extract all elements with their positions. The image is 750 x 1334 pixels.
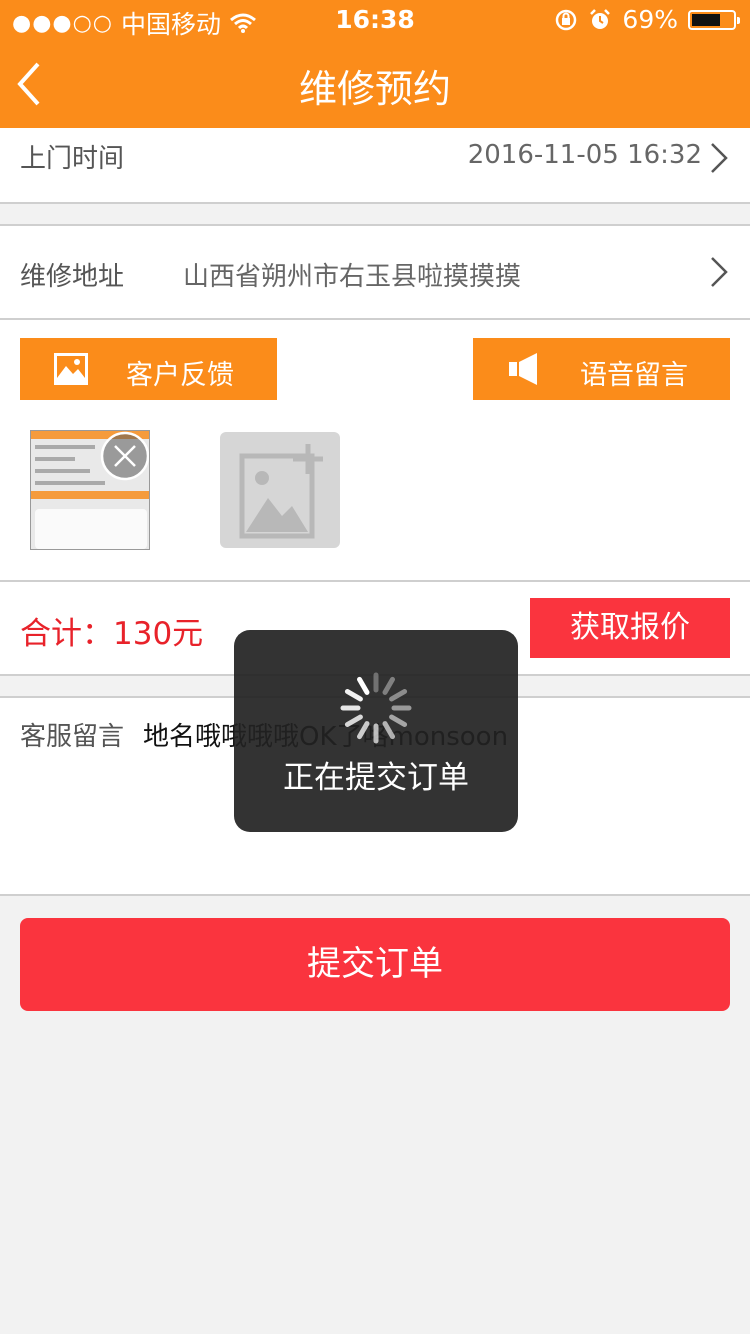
alarm-icon xyxy=(590,8,611,29)
submit-order-button[interactable]: 提交订单 xyxy=(20,918,730,1011)
image-icon xyxy=(54,353,88,385)
spinner-icon xyxy=(340,672,412,744)
photo-thumbnail[interactable] xyxy=(30,430,150,550)
visit-time-value: 2016-11-05 16:32 xyxy=(467,140,702,170)
battery-percent: 69% xyxy=(622,5,678,34)
spinner-spoke xyxy=(357,676,370,695)
divider xyxy=(0,202,750,204)
address-row[interactable]: 维修地址 山西省朔州市右玉县啦摸摸摸 xyxy=(0,226,750,318)
spinner-spoke xyxy=(382,721,395,740)
rotation-lock-icon xyxy=(556,9,577,30)
status-bar: ●●●○○ 中国移动 16:38 69% xyxy=(0,0,750,40)
add-photo-icon xyxy=(239,444,323,539)
chevron-right-icon xyxy=(711,257,728,287)
loading-toast: 正在提交订单 xyxy=(234,630,518,832)
get-quote-button[interactable]: 获取报价 xyxy=(530,598,730,658)
voice-message-label: 语音留言 xyxy=(580,360,688,391)
thumbnail-line xyxy=(35,445,95,449)
service-message-label: 客服留言 xyxy=(20,722,125,752)
thumbnail-buttons xyxy=(31,491,149,499)
thumbnail-line xyxy=(35,457,75,461)
page-title: 维修预约 xyxy=(298,67,451,111)
close-icon[interactable] xyxy=(100,431,150,481)
total-label: 合计： xyxy=(20,616,113,652)
battery-level xyxy=(692,13,720,26)
navigation-bar: 维修预约 xyxy=(0,40,750,128)
spinner-spoke xyxy=(344,714,363,727)
total-value: 130元 xyxy=(113,616,204,652)
spinner-spoke xyxy=(389,689,408,702)
spinner-spoke xyxy=(389,714,408,727)
battery-icon xyxy=(688,9,740,30)
visit-time-label: 上门时间 xyxy=(20,144,125,174)
divider xyxy=(0,894,750,896)
customer-feedback-button[interactable]: 客户反馈 xyxy=(20,338,277,400)
thumbnail-line xyxy=(35,481,105,485)
customer-feedback-label: 客户反馈 xyxy=(126,360,234,391)
thumbnail-sheet xyxy=(35,509,147,549)
spinner-spoke xyxy=(344,689,363,702)
total-amount: 合计：130元 xyxy=(20,608,203,653)
visit-time-row[interactable]: 上门时间 2016-11-05 16:32 xyxy=(0,128,750,202)
thumbnail-line xyxy=(35,469,90,473)
address-label: 维修地址 xyxy=(20,262,125,292)
spinner-spoke xyxy=(357,721,370,740)
chevron-right-icon xyxy=(711,143,728,173)
speaker-icon xyxy=(509,353,537,385)
voice-message-button[interactable]: 语音留言 xyxy=(473,338,730,400)
loading-text: 正在提交订单 xyxy=(283,760,469,796)
add-photo-button[interactable] xyxy=(220,432,340,548)
address-value: 山西省朔州市右玉县啦摸摸摸 xyxy=(183,262,522,292)
spinner-spoke xyxy=(382,676,395,695)
